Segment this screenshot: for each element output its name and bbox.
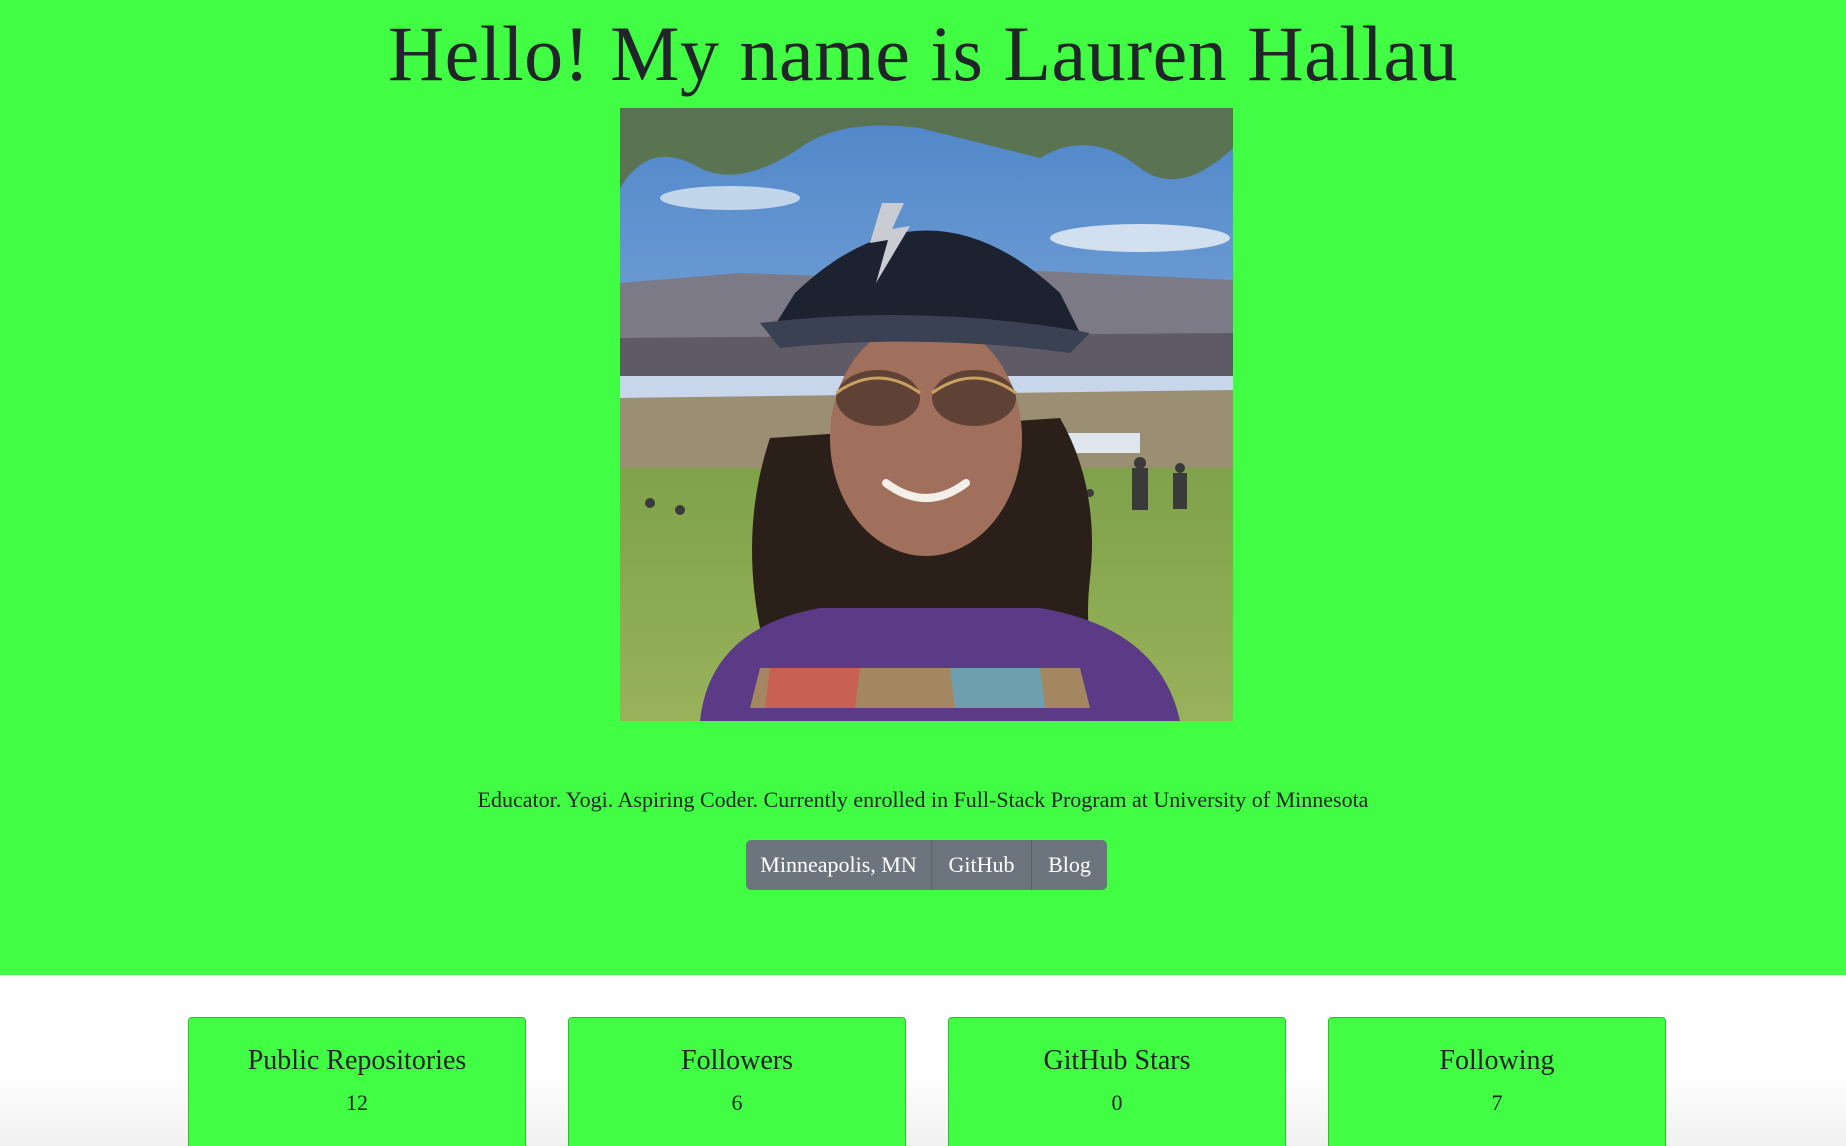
stat-card-github-stars: GitHub Stars 0 (948, 1017, 1286, 1146)
profile-links: Minneapolis, MN GitHub Blog (746, 840, 1107, 890)
stat-value: 0 (1111, 1090, 1123, 1115)
stat-value: 6 (731, 1090, 743, 1115)
stat-label: Followers (681, 1045, 793, 1076)
stat-card-public-repositories: Public Repositories 12 (188, 1017, 526, 1146)
stat-label: Following (1439, 1045, 1555, 1076)
page-title: Hello! My name is Lauren Hallau (387, 10, 1459, 97)
hero-section: Hello! My name is Lauren Hallau Educator… (0, 0, 1846, 975)
profile-photo (620, 108, 1233, 721)
stat-value: 12 (346, 1090, 368, 1115)
bio-text: Educator. Yogi. Aspiring Coder. Currentl… (477, 787, 1369, 812)
stat-label: GitHub Stars (1043, 1045, 1191, 1076)
stat-card-followers: Followers 6 (568, 1017, 906, 1146)
github-button[interactable]: GitHub (932, 840, 1032, 890)
location-button[interactable]: Minneapolis, MN (746, 840, 932, 890)
stat-label: Public Repositories (247, 1045, 467, 1076)
stat-value: 7 (1491, 1090, 1503, 1115)
stat-card-following: Following 7 (1328, 1017, 1666, 1146)
stats-section: Public Repositories 12 Followers 6 GitHu… (0, 975, 1846, 1146)
blog-button[interactable]: Blog (1032, 840, 1107, 890)
